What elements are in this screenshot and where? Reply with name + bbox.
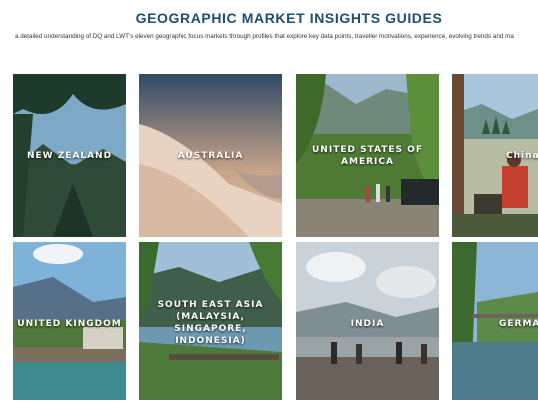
market-grid: NEW ZEALAND AUSTRALIA UNITED STATES OF A… bbox=[0, 0, 538, 402]
market-tile-germany[interactable]: GERMAN bbox=[452, 242, 538, 400]
market-tile-india[interactable]: INDIA bbox=[296, 242, 439, 400]
market-tile-australia[interactable]: AUSTRALIA bbox=[139, 74, 282, 237]
market-label: AUSTRALIA bbox=[177, 151, 244, 161]
market-tile-usa[interactable]: UNITED STATES OF AMERICA bbox=[296, 74, 439, 237]
market-label: UNITED STATES OF AMERICA bbox=[312, 145, 423, 167]
market-tile-south-east-asia[interactable]: SOUTH EAST ASIA (MALAYSIA, SINGAPORE, IN… bbox=[139, 242, 282, 400]
market-tile-united-kingdom[interactable]: UNITED KINGDOM bbox=[13, 242, 126, 400]
market-label: UNITED KINGDOM bbox=[17, 319, 122, 329]
market-label: NEW ZEALAND bbox=[26, 151, 113, 161]
market-tile-new-zealand[interactable]: NEW ZEALAND bbox=[13, 74, 126, 237]
market-label: SOUTH EAST ASIA (MALAYSIA, SINGAPORE, IN… bbox=[157, 300, 264, 346]
market-label: GERMAN bbox=[499, 319, 538, 329]
market-tile-china[interactable]: China bbox=[452, 74, 538, 237]
market-label: INDIA bbox=[350, 319, 385, 329]
market-label: China bbox=[506, 151, 538, 161]
